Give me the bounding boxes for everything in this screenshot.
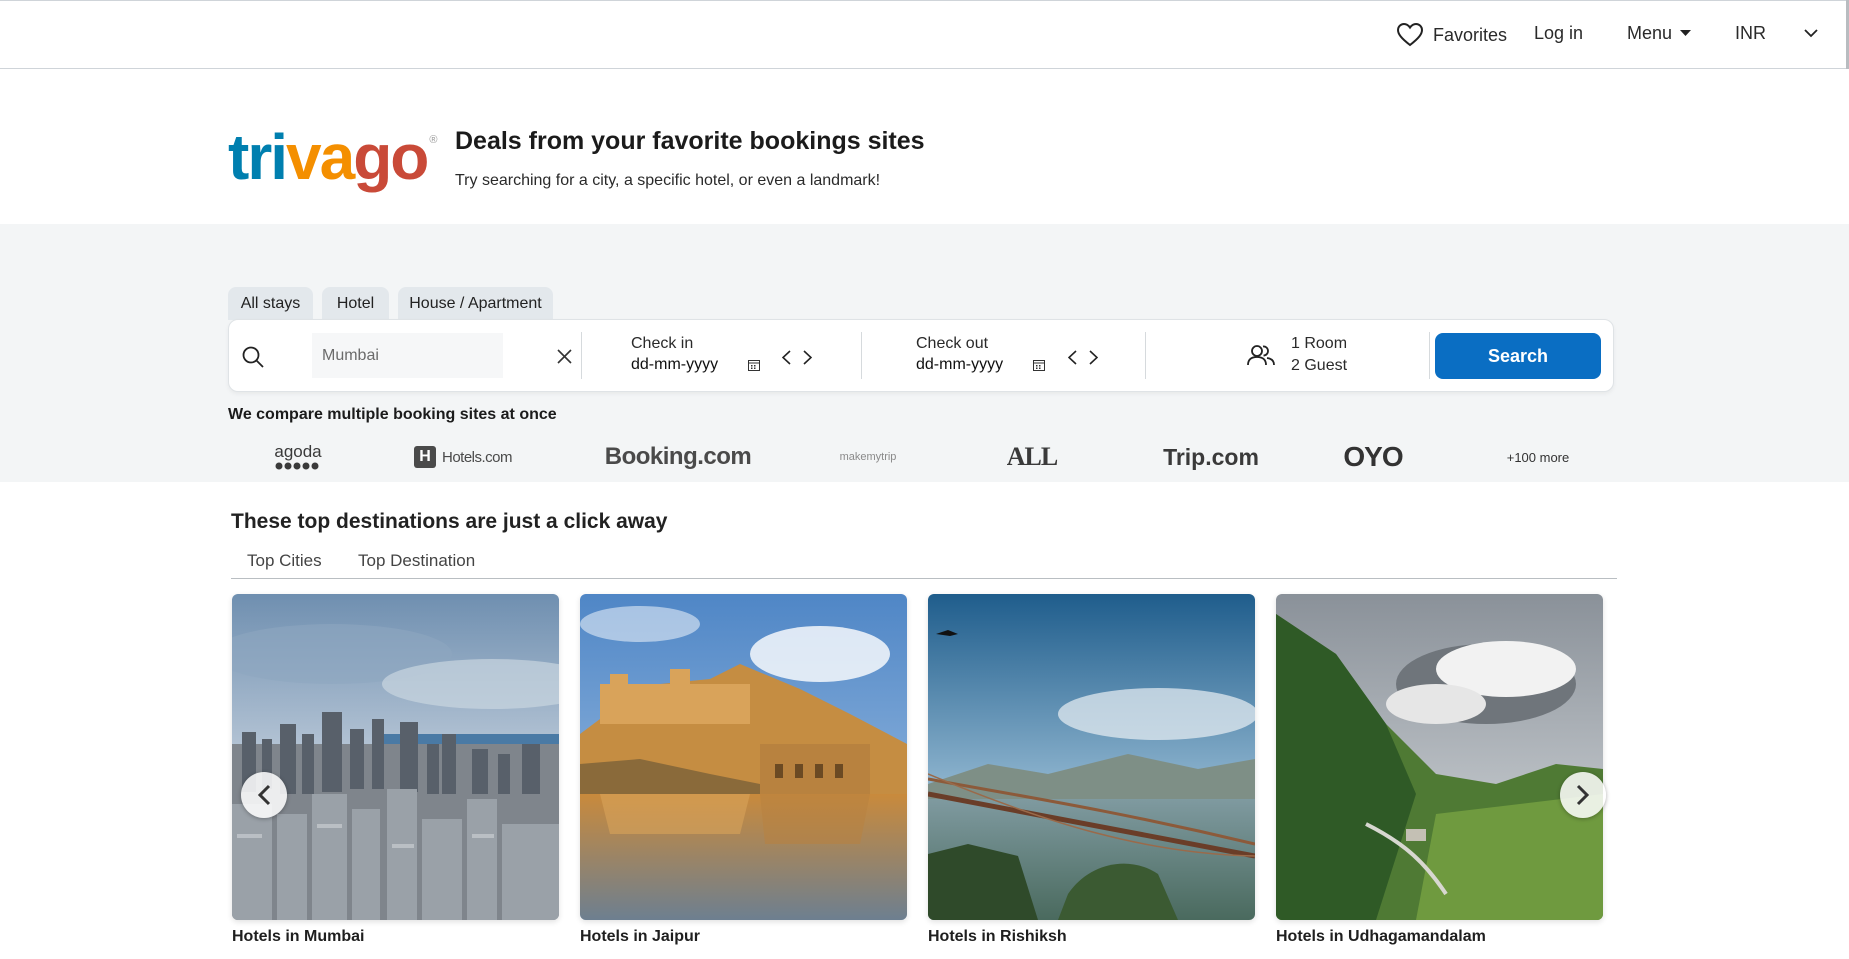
mumbai-image xyxy=(232,594,559,920)
calendar-icon[interactable] xyxy=(1032,358,1046,372)
logo-part-go: go xyxy=(353,121,429,193)
destination-label-jaipur[interactable]: Hotels in Jaipur xyxy=(580,928,700,946)
hero-title: Deals from your favorite bookings sites xyxy=(455,127,925,155)
partner-oyo: OYO xyxy=(1338,432,1408,482)
trivago-logo[interactable]: trivago ® xyxy=(228,125,438,189)
login-link[interactable]: Log in xyxy=(1534,23,1583,44)
search-icon xyxy=(241,345,265,369)
more-partners-text: +100 more xyxy=(1506,449,1570,465)
rishikesh-image xyxy=(928,594,1255,920)
divider xyxy=(1429,332,1430,379)
calendar-icon[interactable] xyxy=(747,358,761,372)
tab-label: All stays xyxy=(240,294,301,312)
logo-part-va: va xyxy=(286,121,355,193)
guests-icon xyxy=(1247,342,1275,368)
agoda-dots-icon xyxy=(275,462,321,470)
partner-name: ALL xyxy=(1006,442,1058,471)
tab-hotel[interactable]: Hotel xyxy=(322,287,389,320)
destination-label-rishikesh[interactable]: Hotels in Rishiksh xyxy=(928,928,1067,946)
destination-card-udhagamandalam[interactable] xyxy=(1276,594,1603,920)
divider xyxy=(581,332,582,379)
destination-label-mumbai[interactable]: Hotels in Mumbai xyxy=(232,928,364,946)
checkin-value: dd-mm-yyyy xyxy=(631,356,719,373)
logo-registered-mark: ® xyxy=(429,134,437,146)
partner-name: Hotels.com xyxy=(441,448,513,466)
destination-card-jaipur[interactable] xyxy=(580,594,907,920)
carousel-next-button[interactable] xyxy=(1560,772,1606,818)
tab-label: Top Destination xyxy=(358,551,476,570)
logo-part-tri: tri xyxy=(228,121,288,193)
rooms-label: 1 Room xyxy=(1291,335,1348,352)
more-partners-label[interactable]: +100 more xyxy=(1498,432,1578,482)
tab-top-destination[interactable]: Top Destination xyxy=(358,551,475,571)
partner-name: Trip.com xyxy=(1163,443,1259,470)
checkout-field[interactable]: Check out dd-mm-yyyy xyxy=(916,332,1066,380)
partner-logos: agoda H Hotels.com Booking.com makemytri… xyxy=(228,432,1614,482)
destination-card-rishikesh[interactable] xyxy=(928,594,1255,920)
favorites-link[interactable]: Favorites xyxy=(1397,23,1507,47)
search-button[interactable]: Search xyxy=(1435,333,1601,379)
chevron-right-icon[interactable] xyxy=(1086,348,1100,366)
destinations-divider xyxy=(231,578,1617,579)
tab-top-cities[interactable]: Top Cities xyxy=(247,551,322,571)
tab-label: House / Apartment xyxy=(409,294,542,312)
chevron-left-icon xyxy=(257,784,271,806)
divider xyxy=(861,332,862,379)
partner-agoda: agoda xyxy=(258,432,338,482)
jaipur-image xyxy=(580,594,907,920)
partner-booking-com: Booking.com xyxy=(598,432,758,482)
destination-label-udhagamandalam[interactable]: Hotels in Udhagamandalam xyxy=(1276,928,1486,946)
tab-house-apartment[interactable]: House / Apartment xyxy=(398,287,553,320)
chevron-right-icon xyxy=(1576,784,1590,806)
caret-down-icon xyxy=(1680,30,1692,37)
hotels-com-icon: H xyxy=(413,446,436,468)
menu-label: Menu xyxy=(1627,23,1673,43)
guests-label: 2 Guest xyxy=(1291,357,1348,374)
chevron-right-icon[interactable] xyxy=(800,348,814,366)
checkin-label: Check in xyxy=(631,335,694,352)
destination-card-mumbai[interactable] xyxy=(232,594,559,920)
guests-field[interactable]: 1 Room 2 Guest xyxy=(1247,332,1437,380)
carousel-prev-button[interactable] xyxy=(241,772,287,818)
chevron-left-icon[interactable] xyxy=(779,348,793,366)
hero-header: trivago ® Deals from your favorite bookin… xyxy=(0,69,1849,224)
login-label: Log in xyxy=(1534,23,1584,43)
checkin-field[interactable]: Check in dd-mm-yyyy xyxy=(631,332,781,380)
compare-title: We compare multiple booking sites at onc… xyxy=(228,406,557,423)
destinations-title: These top destinations are just a click … xyxy=(231,510,668,533)
tab-all-stays[interactable]: All stays xyxy=(228,287,313,320)
partner-trip-com: Trip.com xyxy=(1156,432,1266,482)
heart-icon xyxy=(1397,23,1423,47)
hero-subtitle: Try searching for a city, a specific hot… xyxy=(455,172,881,189)
search-bar: Check in dd-mm-yyyy Check out dd-mm-yyyy… xyxy=(228,319,1614,392)
partner-name: OYO xyxy=(1343,441,1403,472)
chevron-down-icon xyxy=(1804,29,1818,38)
top-navbar: Favorites Log in Menu INR xyxy=(0,0,1849,69)
checkout-label: Check out xyxy=(916,335,989,352)
partner-makemytrip: makemytrip xyxy=(828,432,908,482)
close-icon[interactable] xyxy=(555,347,573,365)
search-button-label: Search xyxy=(1487,345,1549,366)
udhagamandalam-image xyxy=(1276,594,1603,920)
partner-hotels-com: H Hotels.com xyxy=(408,432,518,482)
divider xyxy=(1145,332,1146,379)
tab-label: Top Cities xyxy=(247,551,322,570)
menu-button[interactable]: Menu xyxy=(1627,23,1692,44)
partner-name: agoda xyxy=(274,442,322,461)
currency-select[interactable]: INR xyxy=(1735,23,1818,44)
favorites-label: Favorites xyxy=(1433,24,1508,45)
partner-accor-all: ALL xyxy=(992,432,1072,482)
partner-name: Booking.com xyxy=(604,443,752,470)
checkout-value: dd-mm-yyyy xyxy=(916,356,1004,373)
currency-label: INR xyxy=(1735,23,1766,43)
destination-search-input[interactable] xyxy=(312,333,503,378)
tab-label: Hotel xyxy=(336,294,375,312)
partner-name: makemytrip xyxy=(839,451,897,463)
chevron-left-icon[interactable] xyxy=(1065,348,1079,366)
